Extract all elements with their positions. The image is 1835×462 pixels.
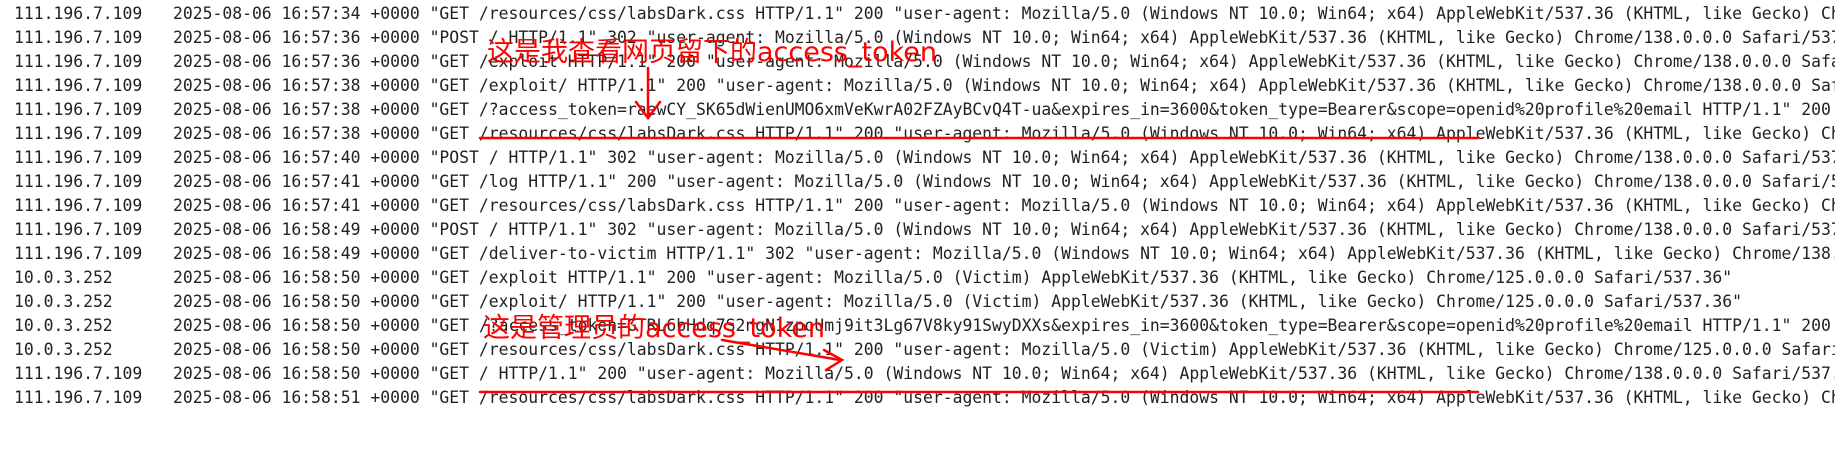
request-entry: 2025-08-06 16:58:50 +0000 "GET / HTTP/1.… — [173, 364, 1835, 383]
request-entry: 2025-08-06 16:57:40 +0000 "POST / HTTP/1… — [173, 148, 1835, 167]
request-entry: 2025-08-06 16:57:38 +0000 "GET /resource… — [173, 124, 1835, 143]
client-ip: 111.196.7.109 — [14, 220, 143, 239]
request-entry: 2025-08-06 16:57:36 +0000 "GET /exploit … — [173, 52, 1835, 71]
request-entry: 2025-08-06 16:58:50 +0000 "GET /exploit/… — [173, 292, 1743, 311]
client-ip: 10.0.3.252 — [14, 340, 113, 359]
request-entry: 2025-08-06 16:58:49 +0000 "GET /deliver-… — [173, 244, 1835, 263]
client-ip: 10.0.3.252 — [14, 292, 113, 311]
request-entry: 2025-08-06 16:58:50 +0000 "GET /exploit … — [173, 268, 1733, 287]
request-entry: 2025-08-06 16:58:51 +0000 "GET /resource… — [173, 388, 1835, 407]
request-entry: 2025-08-06 16:57:41 +0000 "GET /resource… — [173, 196, 1835, 215]
client-ip: 111.196.7.109 — [14, 172, 143, 191]
request-entry: 2025-08-06 16:57:38 +0000 "GET /exploit/… — [173, 76, 1835, 95]
client-ip: 111.196.7.109 — [14, 28, 143, 47]
client-ip: 111.196.7.109 — [14, 244, 143, 263]
client-ip: 111.196.7.109 — [14, 148, 143, 167]
client-ip: 111.196.7.109 — [14, 388, 143, 407]
request-entry: 2025-08-06 16:57:38 +0000 "GET /?access_… — [173, 100, 1831, 119]
annotation-admin-token: 这是管理员的access_token — [483, 313, 825, 344]
request-entry: 2025-08-06 16:57:41 +0000 "GET /log HTTP… — [173, 172, 1835, 191]
client-ip: 111.196.7.109 — [14, 4, 143, 23]
client-ip: 10.0.3.252 — [14, 316, 113, 335]
client-ip: 111.196.7.109 — [14, 76, 143, 95]
request-entry: 2025-08-06 16:58:50 +0000 "GET /resource… — [173, 340, 1835, 359]
client-ip: 111.196.7.109 — [14, 364, 143, 383]
access-log: 111.196.7.109 2025-08-06 16:57:34 +0000 "… — [0, 0, 1835, 462]
client-ip: 111.196.7.109 — [14, 124, 143, 143]
client-ip: 111.196.7.109 — [14, 52, 143, 71]
client-ip: 111.196.7.109 — [14, 196, 143, 215]
request-entry: 2025-08-06 16:57:36 +0000 "POST / HTTP/1… — [173, 28, 1835, 47]
client-ip: 111.196.7.109 — [14, 100, 143, 119]
request-entry: 2025-08-06 16:58:50 +0000 "GET /?access_… — [173, 316, 1831, 335]
annotation-my-token: 这是我查看网页留下的access_token — [487, 37, 937, 68]
client-ip: 10.0.3.252 — [14, 268, 113, 287]
request-entry: 2025-08-06 16:58:49 +0000 "POST / HTTP/1… — [173, 220, 1835, 239]
request-entry: 2025-08-06 16:57:34 +0000 "GET /resource… — [173, 4, 1835, 23]
